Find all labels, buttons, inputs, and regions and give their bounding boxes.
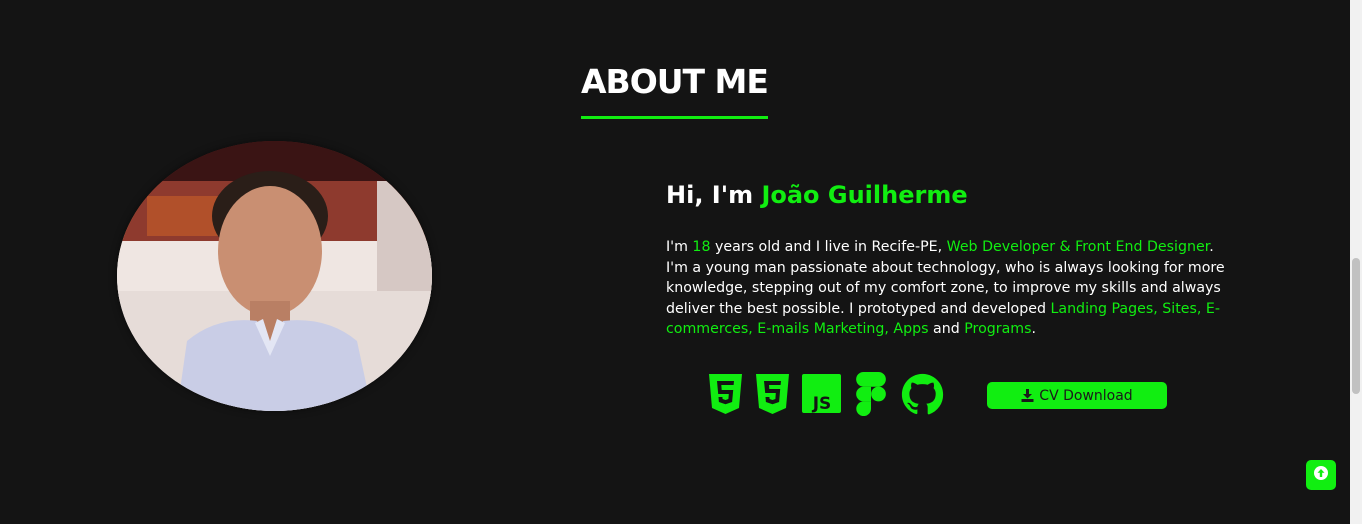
scrollbar-thumb[interactable] [1352, 258, 1360, 394]
bio-text: . [1031, 321, 1037, 338]
figma-icon [856, 372, 886, 416]
profile-photo [117, 141, 432, 411]
bio-text: years old and I live in Recife-PE, [710, 239, 947, 255]
bio-role: Web Developer & Front End Designer [946, 239, 1210, 255]
greeting-heading: Hi, I'm João Guilherme [666, 178, 968, 212]
css3-icon [756, 374, 789, 414]
section-title: ABOUT ME [581, 62, 769, 101]
github-icon [901, 373, 944, 416]
svg-text:JS: JS [812, 394, 832, 413]
bio-paragraph: I'm 18 years old and I live in Recife-PE… [666, 237, 1226, 340]
javascript-icon: JS [802, 374, 841, 413]
cv-download-button[interactable]: CV Download [987, 382, 1167, 409]
page-scrollbar[interactable] [1350, 0, 1362, 524]
greeting-prefix: Hi, I'm [666, 181, 762, 209]
about-section: ABOUT ME Hi, I'm João Guilherme I'm 18 y… [0, 0, 1362, 524]
cv-download-label: CV Download [1039, 387, 1133, 404]
bio-text: I'm [666, 239, 693, 255]
bio-age: 18 [692, 239, 711, 255]
developer-name: João Guilherme [761, 181, 968, 209]
html5-icon [709, 374, 742, 414]
bio-text: and [928, 321, 965, 338]
arrow-up-icon [1314, 465, 1328, 485]
download-icon [1021, 389, 1034, 402]
title-underline [581, 116, 768, 119]
back-to-top-button[interactable] [1306, 460, 1336, 490]
bio-programs: Programs [964, 321, 1032, 338]
